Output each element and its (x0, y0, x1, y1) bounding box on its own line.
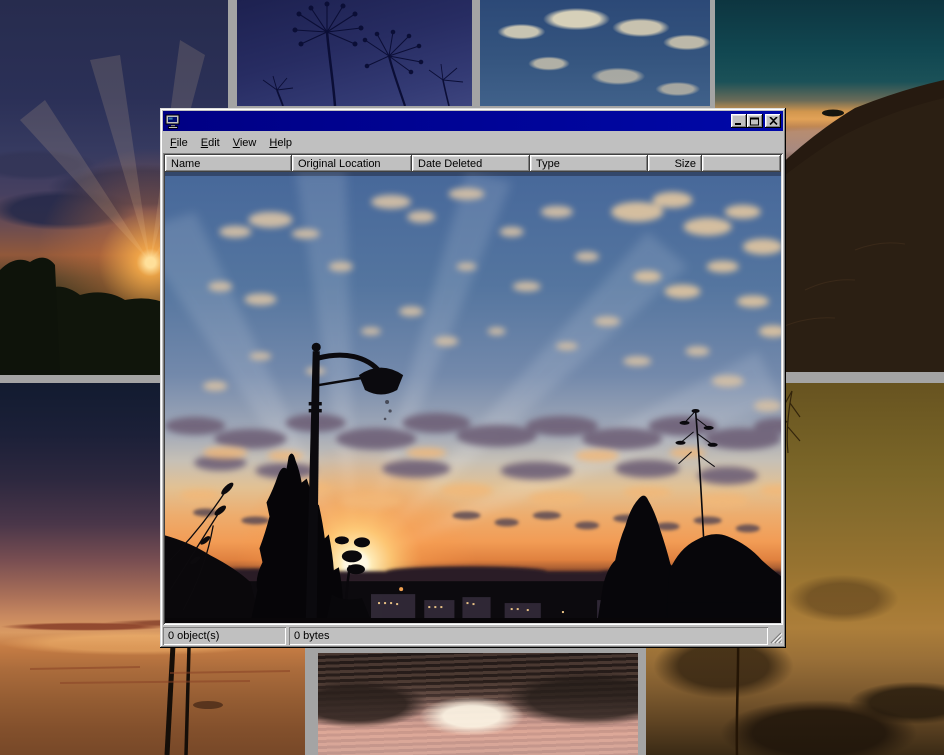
column-header-filler (702, 155, 781, 172)
resize-grip[interactable] (768, 627, 783, 645)
column-header-type[interactable]: Type (530, 155, 648, 172)
maximize-icon (750, 117, 760, 126)
status-objects: 0 object(s) (163, 627, 286, 645)
resize-grip-icon (768, 627, 783, 645)
column-header-original-location[interactable]: Original Location (292, 155, 412, 172)
column-header-size[interactable]: Size (648, 155, 702, 172)
list-view: Name Original Location Date Deleted Type… (163, 153, 783, 625)
wallpaper-photo-dried-flowers (237, 0, 472, 106)
minimize-icon (734, 117, 744, 126)
sunset-streetlamp-scene (165, 172, 781, 623)
column-header-date-deleted[interactable]: Date Deleted (412, 155, 530, 172)
minimize-button[interactable] (731, 114, 747, 128)
column-header-name[interactable]: Name (165, 155, 292, 172)
wallpaper-photo-blue-sky-clouds (480, 0, 710, 106)
maximize-button[interactable] (747, 114, 763, 128)
window-icon[interactable] (165, 114, 181, 129)
desktop: { "desktop": { "gap_color": "#a4a4a4", "… (0, 0, 944, 755)
dried-flower-silhouette-art (237, 0, 472, 106)
menu-bar: File Edit View Help (163, 132, 783, 153)
list-content-area[interactable] (165, 172, 781, 623)
status-bar: 0 object(s) 0 bytes (163, 627, 783, 645)
column-header-row: Name Original Location Date Deleted Type… (165, 155, 781, 172)
menu-view[interactable]: View (227, 135, 264, 151)
window-titlebar[interactable] (163, 111, 783, 131)
menu-file[interactable]: File (164, 135, 195, 151)
close-icon (769, 117, 778, 125)
status-bytes: 0 bytes (289, 627, 768, 645)
recycle-bin-window: File Edit View Help Name Original Locati… (160, 108, 786, 648)
menu-help[interactable]: Help (263, 135, 299, 151)
menu-edit[interactable]: Edit (195, 135, 227, 151)
close-button[interactable] (765, 114, 781, 128)
wallpaper-photo-water-reflection (318, 653, 638, 755)
